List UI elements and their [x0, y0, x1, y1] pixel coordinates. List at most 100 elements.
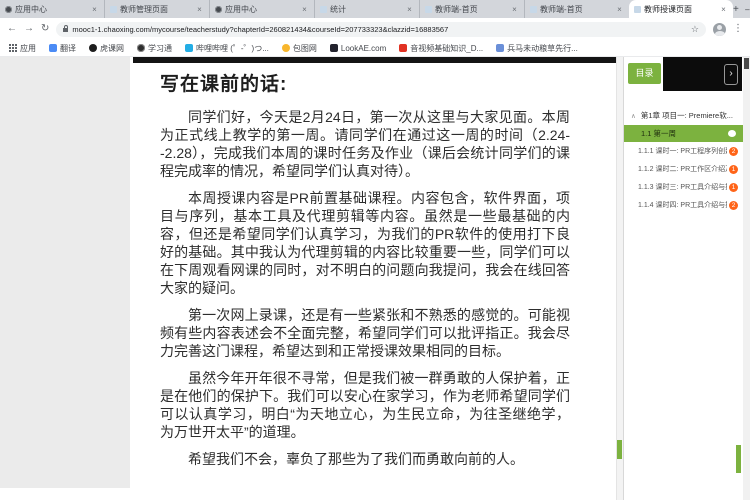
bookmark-baotuwang[interactable]: 包图网 [282, 43, 317, 54]
blue-square-icon [496, 44, 504, 52]
translate-icon [49, 44, 57, 52]
tab-close-icon[interactable]: × [405, 5, 414, 14]
article-paragraph: 希望我们不会，辜负了那些为了我们而勇敢向前的人。 [160, 450, 570, 468]
toc-item-label: 1.1.3 课时三: PR工具介绍与操... [638, 182, 727, 192]
page-favicon [530, 6, 537, 13]
toc-item-label: 1.1.4 课时四: PR工具介绍与操... [638, 200, 727, 210]
bookmark-bilibili[interactable]: 哔哩哔哩 (゜-゜)つ... [185, 43, 269, 54]
task-count-badge: 1 [729, 183, 738, 192]
bookmark-label: 音视频基础知识_D... [410, 43, 483, 54]
tab-close-icon[interactable]: × [510, 5, 519, 14]
tab-close-icon[interactable]: × [300, 5, 309, 14]
toc-item-lesson4[interactable]: 1.1.4 课时四: PR工具介绍与操... 2 [624, 196, 743, 214]
bookmark-label: LookAE.com [341, 44, 386, 53]
page-content: 写在课前的话: 同学们好，今天是2月24日，第一次从这里与大家见面。本周为正式线… [0, 57, 750, 500]
toc-item-label: 1.1.2 课时二: PR工作区介绍及... [638, 164, 727, 174]
bookmarks-bar: 应用 翻译 虎课网 学习通 哔哩哔哩 (゜-゜)つ... 包图网 LookAE.… [0, 40, 750, 57]
apps-grid-icon [9, 44, 17, 52]
tab-title: 应用中心 [225, 4, 297, 15]
bookmark-label: 包图网 [293, 43, 317, 54]
toc-item-lesson2[interactable]: 1.1.2 课时二: PR工作区介绍及... 1 [624, 160, 743, 178]
bookmark-label: 翻译 [60, 43, 76, 54]
tab-close-icon[interactable]: × [719, 5, 728, 14]
toc-tab-label[interactable]: 目录 [628, 63, 661, 84]
bookmark-translate[interactable]: 翻译 [49, 43, 76, 54]
chevron-up-icon[interactable]: ∧ [631, 113, 636, 120]
toc-active-label: 1.1 第一周 [641, 129, 676, 138]
globe-favicon [215, 6, 222, 13]
page-favicon [634, 6, 641, 13]
tab-app-center-2[interactable]: 应用中心 × [209, 0, 314, 18]
toc-item-lesson1[interactable]: 1.1.1 课时一: PR工程序列创建 2 [624, 142, 743, 160]
profile-avatar[interactable] [713, 23, 726, 36]
collapse-chevron-icon[interactable]: › [724, 64, 738, 85]
article-paragraph: 本周授课内容是PR前置基础课程。内容包含，软件界面，项目与序列，基本工具及代理剪… [160, 189, 570, 297]
task-count-badge: 2 [729, 147, 738, 156]
csdn-icon [399, 44, 407, 52]
bookmark-star-icon[interactable]: ☆ [691, 24, 699, 35]
article-paragraph: 同学们好，今天是2月24日，第一次从这里与大家见面。本周为正式线上教学的第一周。… [160, 108, 570, 180]
toc-item-active-week1[interactable]: 1.1 第一周 [624, 125, 743, 142]
tab-app-center-1[interactable]: 应用中心 × [0, 0, 104, 18]
tab-teacher-course-active[interactable]: 教师授课页面 × [629, 0, 733, 18]
menu-dots-icon[interactable]: ⋮ [733, 24, 743, 34]
tab-close-icon[interactable]: × [90, 5, 99, 14]
tab-teacher-home-1[interactable]: 教师端-首页 × [419, 0, 524, 18]
toc-sidebar: 目录 › ∧ 第1章 项目一: Premiere软... 1.1 第一周 1.1… [623, 57, 743, 500]
bookmark-apps[interactable]: 应用 [9, 43, 36, 54]
toc-header: 目录 › [624, 57, 743, 95]
left-gutter [0, 57, 130, 488]
dark-circle-icon [89, 44, 97, 52]
toc-item-lesson3[interactable]: 1.1.3 课时三: PR工具介绍与操... 1 [624, 178, 743, 196]
dark-square-icon [330, 44, 338, 52]
tab-teacher-home-2[interactable]: 教师端-首页 × [524, 0, 629, 18]
url-text[interactable]: mooc1-1.chaoxing.com/mycourse/teacherstu… [72, 25, 687, 34]
article-paragraph: 虽然今年开年很不寻常，但是我们被一群勇敢的人保护着，正是在他们的保护下。我们可以… [160, 369, 570, 441]
url-input[interactable]: mooc1-1.chaoxing.com/mycourse/teacherstu… [56, 22, 706, 37]
bookmark-xuexitong[interactable]: 学习通 [137, 43, 172, 54]
progress-dot-icon [728, 130, 736, 137]
bookmark-hukewang[interactable]: 虎课网 [89, 43, 124, 54]
bookmark-label: 兵马未动粮草先行... [507, 43, 578, 54]
sidebar-scrollbar-thumb[interactable] [736, 445, 741, 473]
bookmark-av-basics[interactable]: 音视频基础知识_D... [399, 43, 483, 54]
bookmark-lookae[interactable]: LookAE.com [330, 44, 386, 53]
globe-favicon [5, 6, 12, 13]
tab-statistics[interactable]: 统计 × [314, 0, 419, 18]
address-toolbar: ← → ↻ mooc1-1.chaoxing.com/mycourse/teac… [0, 18, 750, 40]
page-favicon [425, 6, 432, 13]
minimize-button[interactable]: – [739, 0, 750, 18]
window-scrollbar[interactable] [743, 57, 750, 500]
reload-icon[interactable]: ↻ [41, 24, 49, 34]
window-controls: – □ × [739, 0, 750, 18]
toc-chapter-row[interactable]: ∧ 第1章 项目一: Premiere软... [624, 107, 743, 125]
tab-teacher-manage[interactable]: 教师管理页面 × [104, 0, 209, 18]
article-title: 写在课前的话: [160, 69, 570, 96]
article: 写在课前的话: 同学们好，今天是2月24日，第一次从这里与大家见面。本周为正式线… [160, 69, 570, 477]
content-scrollbar-thumb[interactable] [617, 440, 622, 459]
globe-icon [137, 44, 145, 52]
tab-title: 教师管理页面 [120, 4, 192, 15]
tab-title: 统计 [330, 4, 402, 15]
bookmark-label: 应用 [20, 43, 36, 54]
article-panel: 写在课前的话: 同学们好，今天是2月24日，第一次从这里与大家见面。本周为正式线… [130, 57, 616, 500]
bookmark-label: 学习通 [148, 43, 172, 54]
article-paragraph: 第一次网上录课，还是有一些紧张和不熟悉的感觉的。可能视频有些内容表述会不全面完整… [160, 306, 570, 360]
tab-close-icon[interactable]: × [615, 5, 624, 14]
task-count-badge: 2 [729, 201, 738, 210]
bilibili-tv-icon [185, 44, 193, 52]
tab-close-icon[interactable]: × [195, 5, 204, 14]
content-scrollbar[interactable] [616, 57, 623, 500]
window-scrollbar-thumb[interactable] [744, 58, 749, 69]
bookmark-bingma[interactable]: 兵马未动粮草先行... [496, 43, 578, 54]
task-count-badge: 1 [729, 165, 738, 174]
page-favicon [320, 6, 327, 13]
tab-title: 应用中心 [15, 4, 87, 15]
forward-icon[interactable]: → [24, 24, 34, 34]
tab-title: 教师端-首页 [435, 4, 507, 15]
lock-icon [63, 28, 68, 32]
toc-chapter-label: 第1章 项目一: Premiere软... [641, 111, 733, 120]
page-favicon [110, 6, 117, 13]
back-icon[interactable]: ← [7, 24, 17, 34]
tab-title: 教师端-首页 [540, 4, 612, 15]
